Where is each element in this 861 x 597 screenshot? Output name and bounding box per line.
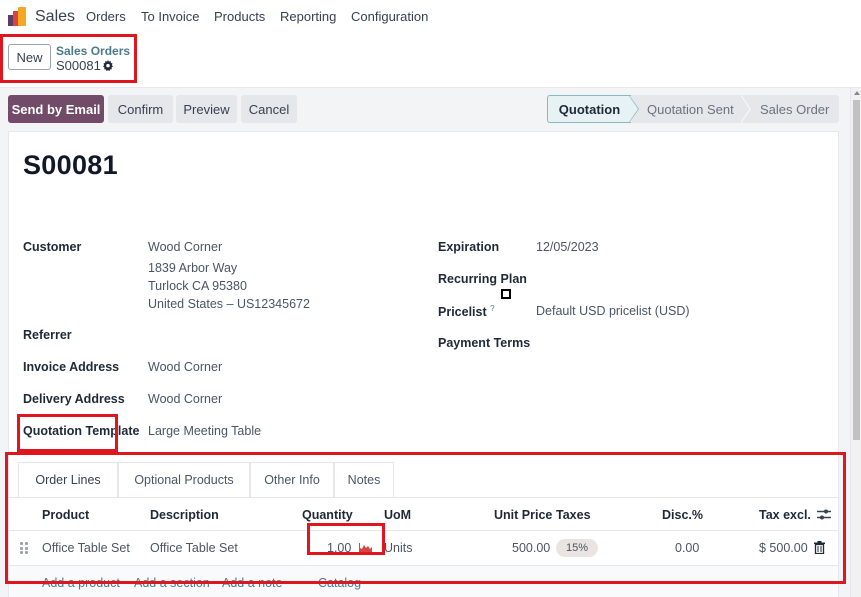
customer-address-line1: 1839 Arbor Way bbox=[148, 261, 238, 275]
form-sheet: S00081 Customer Wood Corner 1839 Arbor W… bbox=[8, 131, 839, 597]
status-bar: Quotation Quotation Sent Sales Order bbox=[547, 95, 839, 123]
delivery-address-label: Delivery Address bbox=[23, 392, 125, 406]
preview-button[interactable]: Preview bbox=[176, 95, 237, 123]
table-header: Product Description Quantity UoM Unit Pr… bbox=[9, 497, 838, 531]
add-note-link[interactable]: Add a note bbox=[222, 576, 282, 590]
drag-handle-icon[interactable] bbox=[20, 542, 28, 554]
invoice-address-field[interactable]: Wood Corner bbox=[148, 360, 222, 374]
tab-notes[interactable]: Notes bbox=[334, 462, 394, 497]
customer-address-line3: United States – US12345672 bbox=[148, 297, 310, 311]
app-name[interactable]: Sales bbox=[35, 8, 75, 26]
breadcrumb-current: S00081 bbox=[56, 58, 101, 73]
cell-discount[interactable]: 0.00 bbox=[675, 541, 699, 555]
add-section-link[interactable]: Add a section bbox=[134, 576, 210, 590]
col-quantity[interactable]: Quantity bbox=[302, 508, 353, 522]
top-navbar: Sales Orders To Invoice Products Reporti… bbox=[0, 0, 861, 34]
col-product[interactable]: Product bbox=[42, 508, 89, 522]
recurring-plan-field[interactable] bbox=[536, 272, 816, 288]
cell-subtotal: $ 500.00 bbox=[759, 541, 808, 555]
new-button[interactable]: New bbox=[8, 44, 51, 70]
tab-order-lines[interactable]: Order Lines bbox=[18, 462, 118, 497]
col-taxes[interactable]: Taxes bbox=[556, 508, 591, 522]
scroll-up-arrow-icon[interactable] bbox=[854, 91, 860, 95]
confirm-button[interactable]: Confirm bbox=[108, 95, 173, 123]
control-panel: New Sales Orders S00081 bbox=[0, 34, 861, 88]
col-uom[interactable]: UoM bbox=[384, 508, 411, 522]
trash-icon[interactable] bbox=[814, 541, 825, 554]
col-unit-price[interactable]: Unit Price bbox=[494, 508, 552, 522]
pricelist-label: Pricelist ? bbox=[438, 304, 495, 320]
cell-quantity[interactable]: 1.00 bbox=[327, 541, 351, 555]
cell-unit-price[interactable]: 500.00 bbox=[512, 541, 550, 555]
quotation-template-label: Quotation Template bbox=[23, 424, 140, 438]
menu-to-invoice[interactable]: To Invoice bbox=[141, 9, 200, 24]
customer-field[interactable]: Wood Corner bbox=[148, 240, 222, 254]
menu-reporting[interactable]: Reporting bbox=[280, 9, 336, 24]
menu-products[interactable]: Products bbox=[214, 9, 265, 24]
col-discount[interactable]: Disc.% bbox=[662, 508, 703, 522]
tax-badge[interactable]: 15% bbox=[556, 539, 598, 557]
vertical-scrollbar[interactable] bbox=[850, 88, 861, 597]
payment-terms-label: Payment Terms bbox=[438, 336, 531, 350]
status-quotation-sent[interactable]: Quotation Sent bbox=[647, 95, 734, 123]
mouse-cursor-icon bbox=[501, 289, 511, 299]
forecast-chart-icon[interactable] bbox=[359, 543, 373, 554]
table-row[interactable]: Office Table Set Office Table Set 1.00 U… bbox=[9, 531, 838, 566]
quotation-template-field[interactable]: Large Meeting Table bbox=[148, 424, 261, 438]
tab-other-info[interactable]: Other Info bbox=[250, 462, 334, 497]
optional-columns-icon[interactable] bbox=[817, 508, 831, 521]
expiration-label: Expiration bbox=[438, 240, 500, 254]
help-tooltip-icon[interactable]: ? bbox=[490, 304, 494, 313]
cell-product[interactable]: Office Table Set bbox=[42, 541, 130, 555]
expiration-field[interactable]: 12/05/2023 bbox=[536, 240, 599, 254]
status-quotation[interactable]: Quotation bbox=[547, 95, 631, 123]
delivery-address-field[interactable]: Wood Corner bbox=[148, 392, 222, 406]
referrer-label: Referrer bbox=[23, 328, 72, 342]
breadcrumb-sales-orders[interactable]: Sales Orders bbox=[56, 44, 130, 58]
invoice-address-label: Invoice Address bbox=[23, 360, 120, 374]
customer-label: Customer bbox=[23, 240, 82, 254]
add-product-link[interactable]: Add a product bbox=[42, 576, 120, 590]
status-separator bbox=[741, 95, 751, 123]
referrer-field[interactable] bbox=[148, 328, 388, 344]
payment-terms-field[interactable] bbox=[536, 336, 816, 352]
pricelist-field[interactable]: Default USD pricelist (USD) bbox=[536, 304, 690, 318]
customer-address-line2: Turlock CA 95380 bbox=[148, 279, 247, 293]
send-by-email-button[interactable]: Send by Email bbox=[8, 95, 104, 123]
status-sales-order[interactable]: Sales Order bbox=[760, 95, 829, 123]
tab-optional-products[interactable]: Optional Products bbox=[118, 462, 250, 497]
sales-app-logo-icon[interactable] bbox=[8, 7, 28, 26]
cell-description[interactable]: Office Table Set bbox=[150, 541, 238, 555]
recurring-plan-label: Recurring Plan bbox=[438, 272, 527, 286]
cell-uom[interactable]: Units bbox=[384, 541, 412, 555]
record-title: S00081 bbox=[23, 150, 118, 180]
menu-orders[interactable]: Orders bbox=[86, 9, 126, 24]
scroll-thumb[interactable] bbox=[853, 100, 860, 440]
col-description[interactable]: Description bbox=[150, 508, 219, 522]
catalog-button[interactable]: Catalog bbox=[318, 576, 361, 590]
gear-icon[interactable] bbox=[102, 60, 114, 72]
form-view: Send by Email Confirm Preview Cancel Quo… bbox=[0, 88, 850, 597]
cancel-button[interactable]: Cancel bbox=[241, 95, 297, 123]
menu-configuration[interactable]: Configuration bbox=[351, 9, 428, 24]
add-line-row: Add a product Add a section Add a note C… bbox=[9, 566, 838, 597]
col-tax-excl[interactable]: Tax excl. bbox=[759, 508, 811, 522]
